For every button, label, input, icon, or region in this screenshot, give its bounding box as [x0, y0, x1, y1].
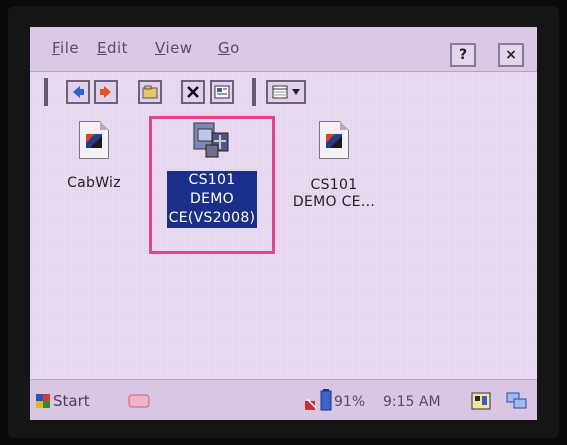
forward-arrow-icon: [100, 86, 111, 98]
menu-file[interactable]: File: [52, 39, 79, 57]
taskbar: Start 91% 9:15 AM: [30, 379, 537, 420]
cab-setup-icon: [319, 121, 349, 159]
toolbar: [30, 72, 537, 110]
back-arrow-icon: [73, 86, 84, 98]
file-label-line: CE(VS2008): [166, 209, 258, 228]
file-label-line: DEMO: [166, 190, 258, 209]
toolbar-grip[interactable]: [44, 78, 48, 106]
desktop-switch-icon[interactable]: [506, 392, 528, 410]
file-item-cs101-demo-ce[interactable]: CS101 DEMO CE...: [286, 121, 382, 211]
keyboard-icon[interactable]: [128, 393, 150, 409]
delete-button[interactable]: [181, 80, 205, 104]
file-item-cabwiz[interactable]: CabWiz: [54, 121, 134, 192]
chevron-down-icon: [292, 89, 300, 95]
network-icon[interactable]: [304, 397, 318, 411]
menu-go[interactable]: Go: [218, 39, 240, 57]
file-label-line: CS101: [166, 171, 258, 190]
up-folder-button[interactable]: [138, 80, 162, 104]
battery-percent: 91%: [334, 394, 366, 410]
file-item-cs101-demo-ce-vs2008[interactable]: CS101 DEMO CE(VS2008): [154, 121, 270, 228]
up-folder-icon: [142, 85, 158, 99]
input-panel-icon[interactable]: [471, 392, 491, 410]
properties-icon: [214, 85, 230, 99]
start-label: Start: [53, 392, 90, 410]
battery-icon: [320, 389, 332, 411]
file-label-line: CS101: [310, 177, 358, 193]
windows-flag-icon: [36, 394, 50, 408]
forward-button[interactable]: [94, 80, 118, 104]
close-button[interactable]: ×: [498, 43, 524, 67]
menu-bar: File Edit View Go ? ×: [30, 27, 537, 72]
start-button[interactable]: Start: [36, 390, 90, 412]
views-button[interactable]: [266, 80, 306, 104]
view-mode-icon: [272, 85, 288, 99]
toolbar-separator: [252, 78, 256, 106]
file-label: CabWiz: [67, 175, 121, 191]
delete-x-icon: [187, 86, 199, 98]
clock[interactable]: 9:15 AM: [383, 394, 441, 410]
menu-view[interactable]: View: [155, 39, 193, 57]
cab-setup-icon: [79, 121, 109, 159]
file-label-selected: CS101 DEMO CE(VS2008): [166, 171, 258, 228]
help-button[interactable]: ?: [450, 43, 476, 67]
file-label-line: DEMO CE...: [292, 194, 376, 210]
back-button[interactable]: [66, 80, 90, 104]
properties-button[interactable]: [210, 80, 234, 104]
solution-icon: [193, 122, 229, 158]
menu-edit[interactable]: Edit: [97, 39, 128, 57]
screen: File Edit View Go ? × CabWiz CS101 DEMO …: [30, 27, 537, 420]
file-label: CS101 DEMO CE...: [286, 177, 382, 211]
